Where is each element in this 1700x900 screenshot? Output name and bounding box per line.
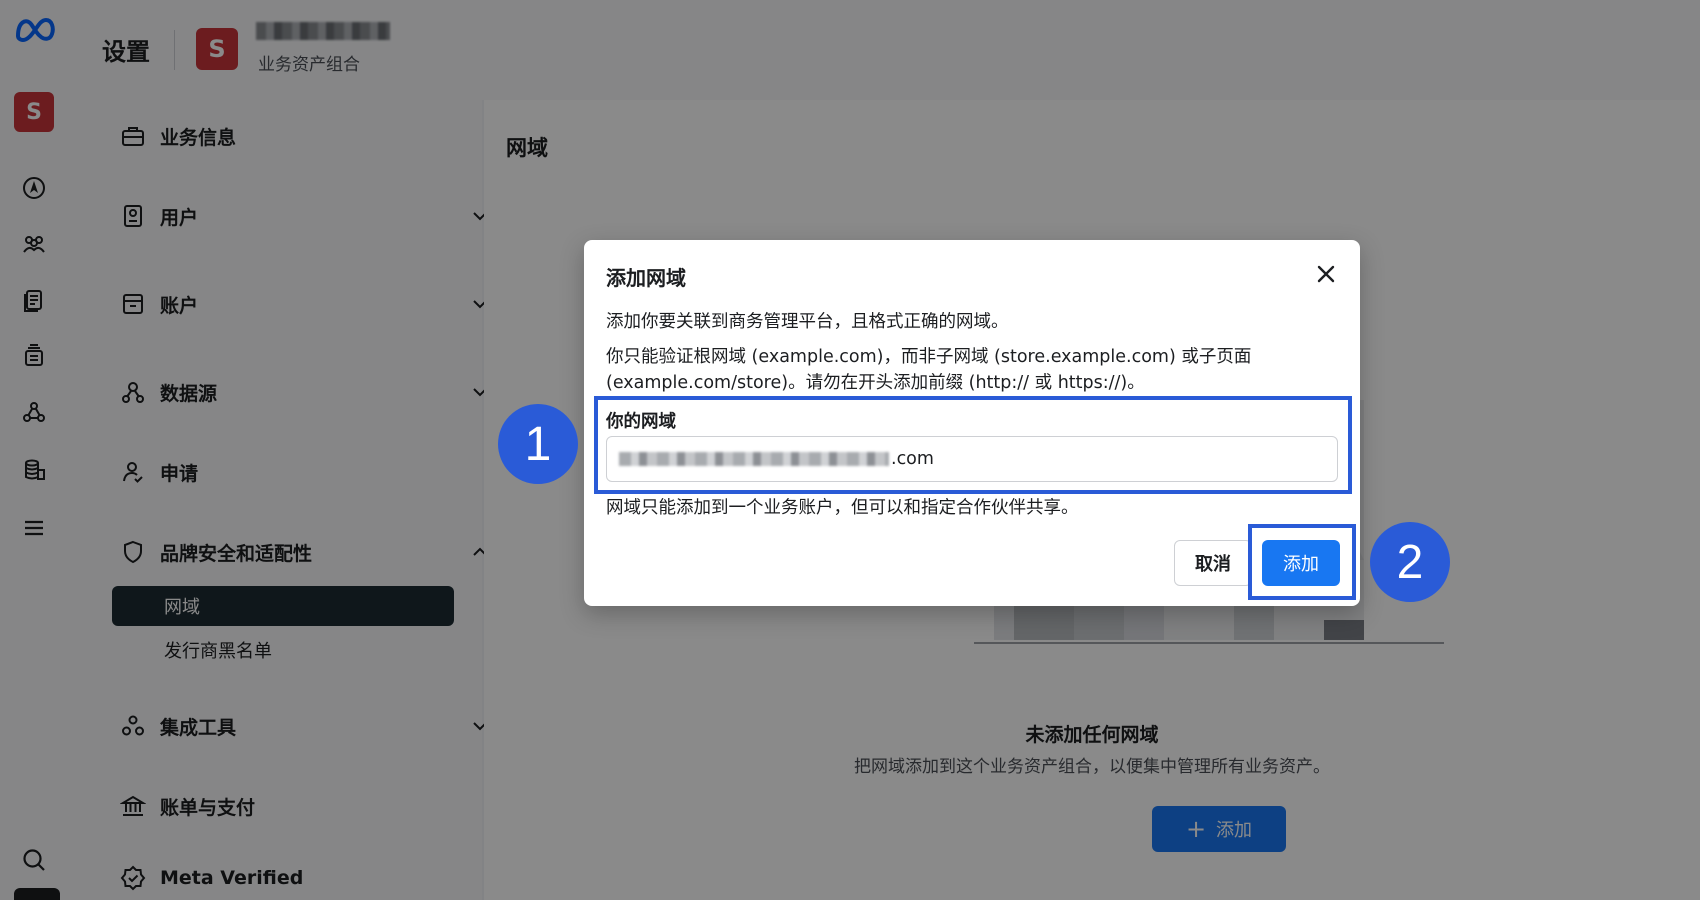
dialog-instruction: 添加你要关联到商务管理平台，且格式正确的网域。 bbox=[606, 312, 1009, 332]
domain-help-text: 网域只能添加到一个业务账户，但可以和指定合作伙伴共享。 bbox=[606, 498, 1079, 518]
callout-badge-2: 2 bbox=[1370, 522, 1450, 602]
close-icon[interactable] bbox=[1310, 258, 1342, 290]
callout-highlight-domain-field bbox=[594, 396, 1352, 494]
dialog-title: 添加网域 bbox=[606, 266, 686, 290]
callout-highlight-add-button bbox=[1248, 524, 1356, 600]
dialog-root-domain-note: 你只能验证根网域 (example.com)，而非子网域 (store.exam… bbox=[606, 347, 1252, 393]
callout-badge-1: 1 bbox=[498, 404, 578, 484]
cancel-button[interactable]: 取消 bbox=[1174, 540, 1252, 586]
